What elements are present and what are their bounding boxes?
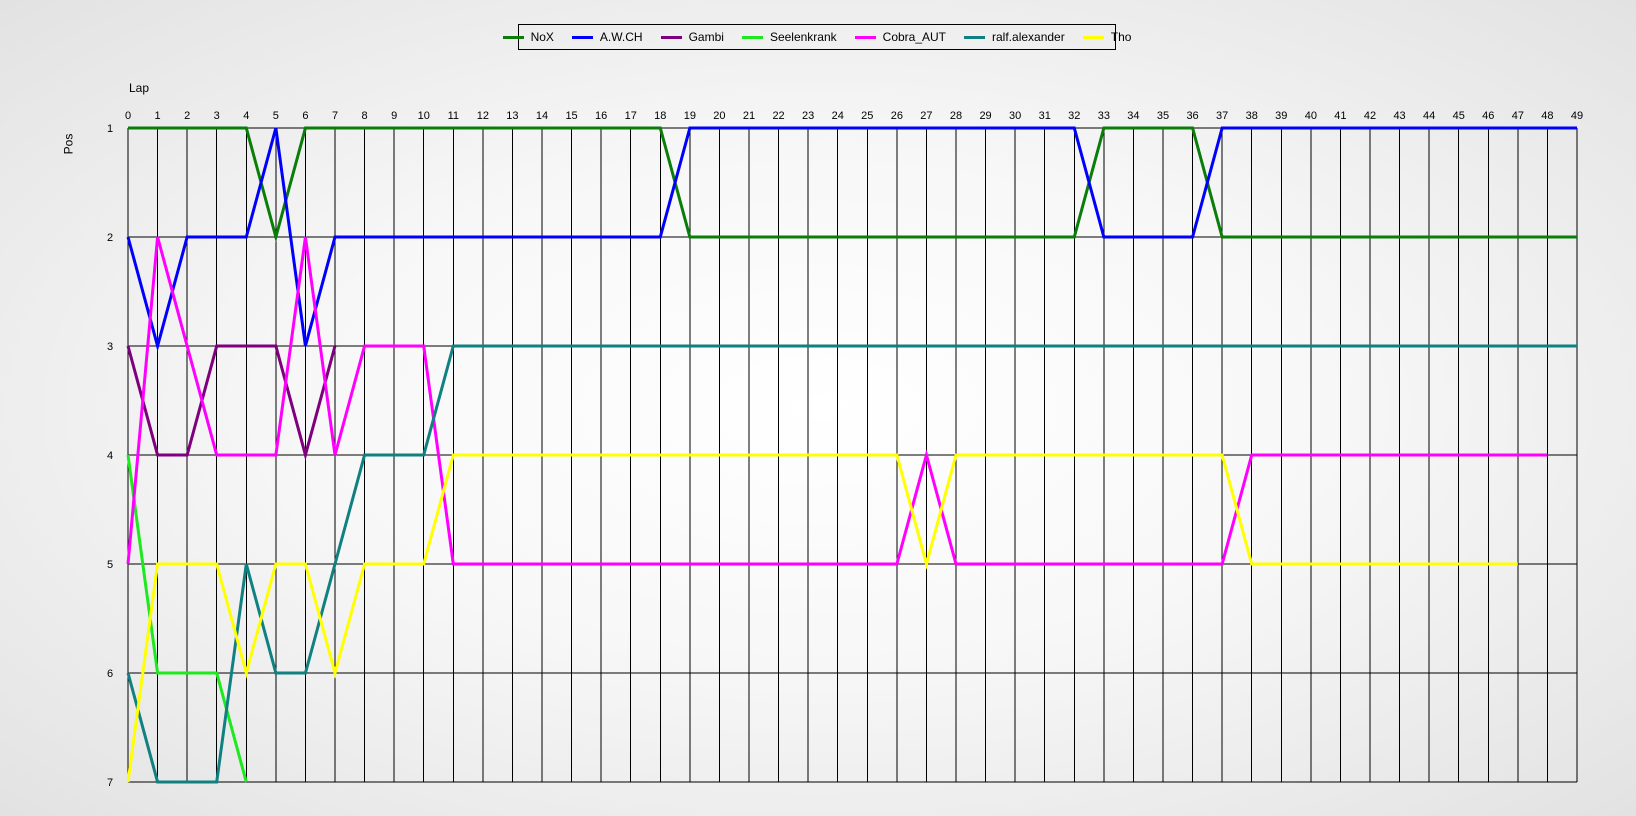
x-tick-label: 34 bbox=[1127, 110, 1139, 122]
y-tick-label: 6 bbox=[107, 668, 113, 680]
x-tick-label: 37 bbox=[1216, 110, 1228, 122]
x-tick-label: 26 bbox=[891, 110, 903, 122]
y-tick-label: 2 bbox=[107, 232, 113, 244]
y-tick-label: 5 bbox=[107, 559, 113, 571]
x-tick-label: 44 bbox=[1423, 110, 1435, 122]
legend-swatch bbox=[964, 35, 986, 39]
legend-swatch bbox=[741, 35, 763, 39]
x-tick-label: 16 bbox=[595, 110, 607, 122]
legend-swatch bbox=[1082, 35, 1104, 39]
lap-position-chart: 0 1 2 3 4 5 6 7 8 9 10 11 12 13 14 15 16 17 18 19 20 21 22 23 24… bbox=[107, 110, 1583, 789]
x-tick-label: 33 bbox=[1098, 110, 1110, 122]
series-line-tho bbox=[126, 453, 1518, 783]
y-tick-label: 7 bbox=[107, 777, 113, 789]
x-tick-label: 27 bbox=[920, 110, 932, 122]
x-tick-label: 19 bbox=[684, 110, 696, 122]
x-tick-label: 35 bbox=[1157, 110, 1169, 122]
series-line-nox bbox=[128, 126, 1577, 243]
x-tick-label: 28 bbox=[950, 110, 962, 122]
legend-item: A.W.CH bbox=[571, 30, 643, 44]
legend-item: ralf.alexander bbox=[964, 30, 1065, 44]
legend-swatch bbox=[854, 35, 876, 39]
legend-swatch bbox=[502, 35, 524, 39]
x-tick-label: 30 bbox=[1009, 110, 1021, 122]
x-tick-label: 13 bbox=[506, 110, 518, 122]
x-tick-label: 32 bbox=[1068, 110, 1080, 122]
x-tick-label: 24 bbox=[832, 110, 844, 122]
x-tick-label: 17 bbox=[625, 110, 637, 122]
x-tick-label: 43 bbox=[1393, 110, 1405, 122]
x-tick-label: 20 bbox=[713, 110, 725, 122]
legend-label: Seelenkrank bbox=[769, 30, 837, 44]
x-tick-label: 11 bbox=[448, 110, 459, 122]
legend-item: Tho bbox=[1082, 30, 1132, 44]
x-tick-label: 2 bbox=[184, 110, 190, 122]
x-tick-label: 4 bbox=[243, 110, 249, 122]
legend-label: Cobra_AUT bbox=[882, 30, 947, 44]
x-tick-label: 15 bbox=[565, 110, 577, 122]
x-tick-label: 40 bbox=[1305, 110, 1317, 122]
x-tick-label: 45 bbox=[1453, 110, 1465, 122]
x-tick-label: 7 bbox=[332, 110, 338, 122]
series-line-gambi bbox=[126, 344, 337, 461]
legend-label: Gambi bbox=[688, 30, 724, 44]
x-tick-label: 39 bbox=[1275, 110, 1287, 122]
legend-item: Gambi bbox=[660, 30, 724, 44]
x-tick-label: 8 bbox=[362, 110, 368, 122]
x-tick-label: 25 bbox=[861, 110, 873, 122]
y-tick-label: 1 bbox=[107, 123, 113, 135]
x-tick-label: 36 bbox=[1186, 110, 1198, 122]
legend-item: NoX bbox=[502, 30, 554, 44]
legend-label: A.W.CH bbox=[599, 30, 643, 44]
x-tick-label: 31 bbox=[1039, 110, 1051, 122]
x-tick-label: 46 bbox=[1482, 110, 1494, 122]
legend-item: Seelenkrank bbox=[741, 30, 837, 44]
legend-swatch bbox=[571, 35, 593, 39]
x-tick-label: 18 bbox=[654, 110, 666, 122]
legend-label: ralf.alexander bbox=[992, 30, 1065, 44]
x-tick-label: 14 bbox=[536, 110, 548, 122]
x-tick-label: 41 bbox=[1334, 110, 1346, 122]
x-tick-label: 29 bbox=[979, 110, 991, 122]
x-tick-label: 23 bbox=[802, 110, 814, 122]
chart-legend: NoX A.W.CH Gambi Seelenkrank Cobra_AUT ralf.a… bbox=[502, 24, 1131, 50]
x-tick-label: 5 bbox=[273, 110, 279, 122]
legend-swatch bbox=[660, 35, 682, 39]
x-tick-label: 3 bbox=[214, 110, 220, 122]
x-tick-label: 9 bbox=[391, 110, 397, 122]
x-tick-label: 12 bbox=[477, 110, 489, 122]
y-tick-label: 4 bbox=[107, 450, 113, 462]
x-tick-label: 49 bbox=[1571, 110, 1583, 122]
x-tick-label: 21 bbox=[743, 110, 755, 122]
x-tick-label: 48 bbox=[1541, 110, 1553, 122]
y-axis-title: Pos bbox=[61, 133, 76, 155]
x-tick-label: 42 bbox=[1364, 110, 1376, 122]
x-tick-label: 22 bbox=[772, 110, 784, 122]
axis-ticks: 0 1 2 3 4 5 6 7 8 9 10 11 12 13 14 15 16 17 18 19 20 21 22 23 24… bbox=[107, 110, 1583, 789]
x-axis-title: Lap bbox=[129, 81, 150, 95]
x-tick-label: 0 bbox=[125, 110, 131, 122]
x-tick-label: 6 bbox=[302, 110, 308, 122]
legend-label: NoX bbox=[530, 30, 554, 44]
legend-item: Cobra_AUT bbox=[854, 30, 947, 44]
x-tick-label: 47 bbox=[1512, 110, 1524, 122]
y-tick-label: 3 bbox=[107, 341, 113, 353]
x-tick-label: 1 bbox=[155, 110, 161, 122]
x-tick-label: 38 bbox=[1246, 110, 1258, 122]
legend-label: Tho bbox=[1110, 30, 1132, 44]
x-tick-label: 10 bbox=[418, 110, 430, 122]
